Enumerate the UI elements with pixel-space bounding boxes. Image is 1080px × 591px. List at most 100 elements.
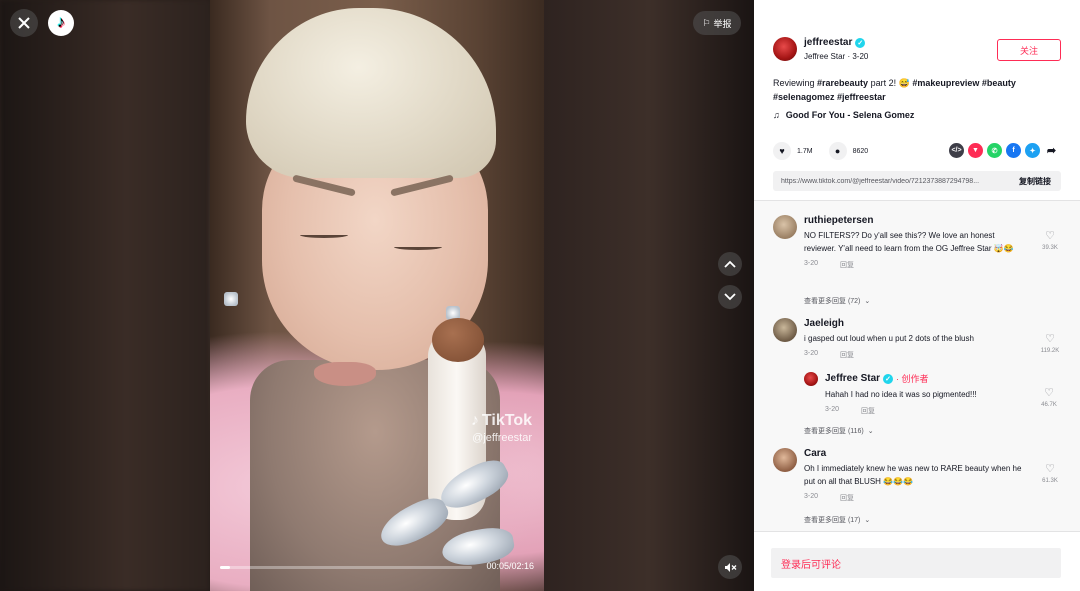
music-link[interactable]: ♫ Good For You - Selena Gomez xyxy=(773,110,914,120)
close-button[interactable] xyxy=(10,9,38,37)
reply-username[interactable]: Jeffree Star ✓ · 创作者 xyxy=(825,372,1047,385)
view-more-replies[interactable]: 查看更多回复 (17) ⌄ xyxy=(804,515,870,525)
comment-meta: 3-20 回复 xyxy=(804,493,855,503)
hashtag[interactable]: #rarebeauty xyxy=(817,78,868,88)
report-button[interactable]: ⚐ 举报 xyxy=(693,11,741,35)
hashtag[interactable]: #makeupreview xyxy=(912,78,979,88)
facebook-icon: f xyxy=(1012,147,1015,154)
send-share-button[interactable]: ▼ xyxy=(968,143,983,158)
video-blush-stick-top xyxy=(432,318,484,362)
comment-username[interactable]: ruthiepetersen xyxy=(804,215,1026,226)
comment-body: ruthiepetersen NO FILTERS?? Do y'all see… xyxy=(804,215,1026,270)
verified-icon: ✓ xyxy=(855,37,866,48)
comment-text: Oh I immediately knew he was new to RARE… xyxy=(804,464,1022,486)
hashtag[interactable]: #jeffreestar xyxy=(837,92,886,102)
comment-like-button[interactable]: ♡ 119.2K xyxy=(1037,332,1063,354)
video-lips xyxy=(314,362,376,386)
chevron-up-icon xyxy=(724,260,736,268)
reply-like-button[interactable]: ♡ 46.7K xyxy=(1036,386,1062,408)
reply-meta: 3-20 回复 xyxy=(825,406,876,416)
share-arrow-icon: ➦ xyxy=(1046,145,1057,157)
chevron-down-icon xyxy=(724,293,736,301)
time-display: 00:05/02:16 xyxy=(486,561,534,571)
mute-button[interactable] xyxy=(718,555,742,579)
creator-tag: · 创作者 xyxy=(896,374,929,384)
reply-button[interactable]: 回复 xyxy=(840,260,854,270)
comment-bar: 登录后可评论 xyxy=(754,531,1080,591)
more-share-button[interactable]: ➦ xyxy=(1044,143,1059,158)
video-earring-left xyxy=(224,292,238,306)
comment-meta: 3-20 回复 xyxy=(804,260,855,270)
copy-link-button[interactable]: 复制链接 xyxy=(1019,176,1051,187)
share-link-box[interactable]: https://www.tiktok.com/@jeffreestar/vide… xyxy=(773,171,1061,191)
comment-list[interactable]: ruthiepetersen NO FILTERS?? Do y'all see… xyxy=(754,201,1080,531)
reply-body: Jeffree Star ✓ · 创作者 Hahah I had no idea… xyxy=(825,372,1047,416)
view-more-replies[interactable]: 查看更多回复 (116) ⌄ xyxy=(804,426,874,436)
next-video-button[interactable] xyxy=(718,285,742,309)
comment-username[interactable]: Jaeleigh xyxy=(804,318,1026,329)
video-frame[interactable]: ♪ TikTok @jeffreestar 00:05/02:16 xyxy=(210,0,544,591)
watermark-handle: @jeffreestar xyxy=(472,432,532,444)
heart-outline-icon: ♡ xyxy=(1045,463,1055,475)
share-buttons: </> ▼ ✆ f ✦ ➦ xyxy=(949,143,1059,158)
comment-text: NO FILTERS?? Do y'all see this?? We love… xyxy=(804,231,1014,253)
comment-body: Jaeleigh i gasped out loud when u put 2 … xyxy=(804,318,1026,360)
post-info: jeffreestar ✓ Jeffree Star · 3-20 关注 Rev… xyxy=(754,0,1080,201)
share-link-url: https://www.tiktok.com/@jeffreestar/vide… xyxy=(781,177,980,185)
embed-share-button[interactable]: </> xyxy=(949,143,964,158)
watermark-brand: ♪ TikTok xyxy=(470,412,532,429)
heart-outline-icon: ♡ xyxy=(1045,230,1055,242)
like-count: 1.7M xyxy=(797,147,813,155)
avatar[interactable] xyxy=(773,318,797,342)
video-eye-left xyxy=(300,232,348,238)
chevron-down-icon: ⌄ xyxy=(864,298,871,305)
detail-panel: jeffreestar ✓ Jeffree Star · 3-20 关注 Rev… xyxy=(754,0,1080,591)
comment-like-button[interactable]: ♡ 39.3K xyxy=(1037,229,1063,251)
hashtag[interactable]: #beauty xyxy=(982,78,1016,88)
hashtag[interactable]: #selenagomez xyxy=(773,92,835,102)
facebook-share-button[interactable]: f xyxy=(1006,143,1021,158)
comment-text: i gasped out loud when u put 2 dots of t… xyxy=(804,334,974,343)
music-note-icon: ♫ xyxy=(773,110,780,120)
author-handle[interactable]: jeffreestar ✓ xyxy=(804,37,866,48)
watermark: ♪ TikTok @jeffreestar xyxy=(471,412,532,444)
tiktok-logo-icon: ♪ xyxy=(470,412,479,429)
whatsapp-icon: ✆ xyxy=(991,147,998,155)
close-icon xyxy=(18,17,30,29)
reply-text: Hahah I had no idea it was so pigmented!… xyxy=(825,390,977,399)
comment-like-button[interactable]: ♡ 61.3K xyxy=(1037,462,1063,484)
heart-outline-icon: ♡ xyxy=(1045,333,1055,345)
follow-button[interactable]: 关注 xyxy=(997,39,1061,61)
twitter-share-button[interactable]: ✦ xyxy=(1025,143,1040,158)
progress-bar[interactable] xyxy=(220,566,472,569)
comment-meta: 3-20 回复 xyxy=(804,350,855,360)
whatsapp-share-button[interactable]: ✆ xyxy=(987,143,1002,158)
video-eye-right xyxy=(394,244,442,250)
reply-button[interactable]: 回复 xyxy=(861,406,875,416)
reply-button[interactable]: 回复 xyxy=(840,493,854,503)
heart-icon: ♥ xyxy=(779,146,785,156)
like-button[interactable]: ♥ xyxy=(773,142,791,160)
comment-button[interactable]: ● xyxy=(828,142,847,160)
comment-count: 8620 xyxy=(852,147,869,155)
avatar[interactable] xyxy=(804,372,818,386)
comment-username[interactable]: Cara xyxy=(804,448,1026,459)
reply-button[interactable]: 回复 xyxy=(840,350,854,360)
avatar[interactable] xyxy=(773,448,797,472)
send-icon: ▼ xyxy=(972,147,979,154)
comment-body: Cara Oh I immediately knew he was new to… xyxy=(804,448,1026,503)
twitter-icon: ✦ xyxy=(1029,147,1036,155)
tiktok-logo-icon: ♪ xyxy=(57,14,65,31)
video-player-area[interactable]: ♪ TikTok @jeffreestar 00:05/02:16 ♪ ⚐ 举报 xyxy=(0,0,754,591)
login-to-comment-input[interactable]: 登录后可评论 xyxy=(771,548,1061,578)
tiktok-logo[interactable]: ♪ xyxy=(48,10,74,36)
chevron-down-icon: ⌄ xyxy=(867,428,874,435)
author-subline: Jeffree Star · 3-20 xyxy=(804,52,869,61)
chevron-down-icon: ⌄ xyxy=(864,517,871,524)
post-description: Reviewing #rarebeauty part 2! 😅 #makeupr… xyxy=(773,78,1016,102)
author-avatar[interactable] xyxy=(773,37,797,61)
code-icon: </> xyxy=(951,147,962,154)
avatar[interactable] xyxy=(773,215,797,239)
prev-video-button[interactable] xyxy=(718,252,742,276)
view-more-replies[interactable]: 查看更多回复 (72) ⌄ xyxy=(804,296,870,306)
